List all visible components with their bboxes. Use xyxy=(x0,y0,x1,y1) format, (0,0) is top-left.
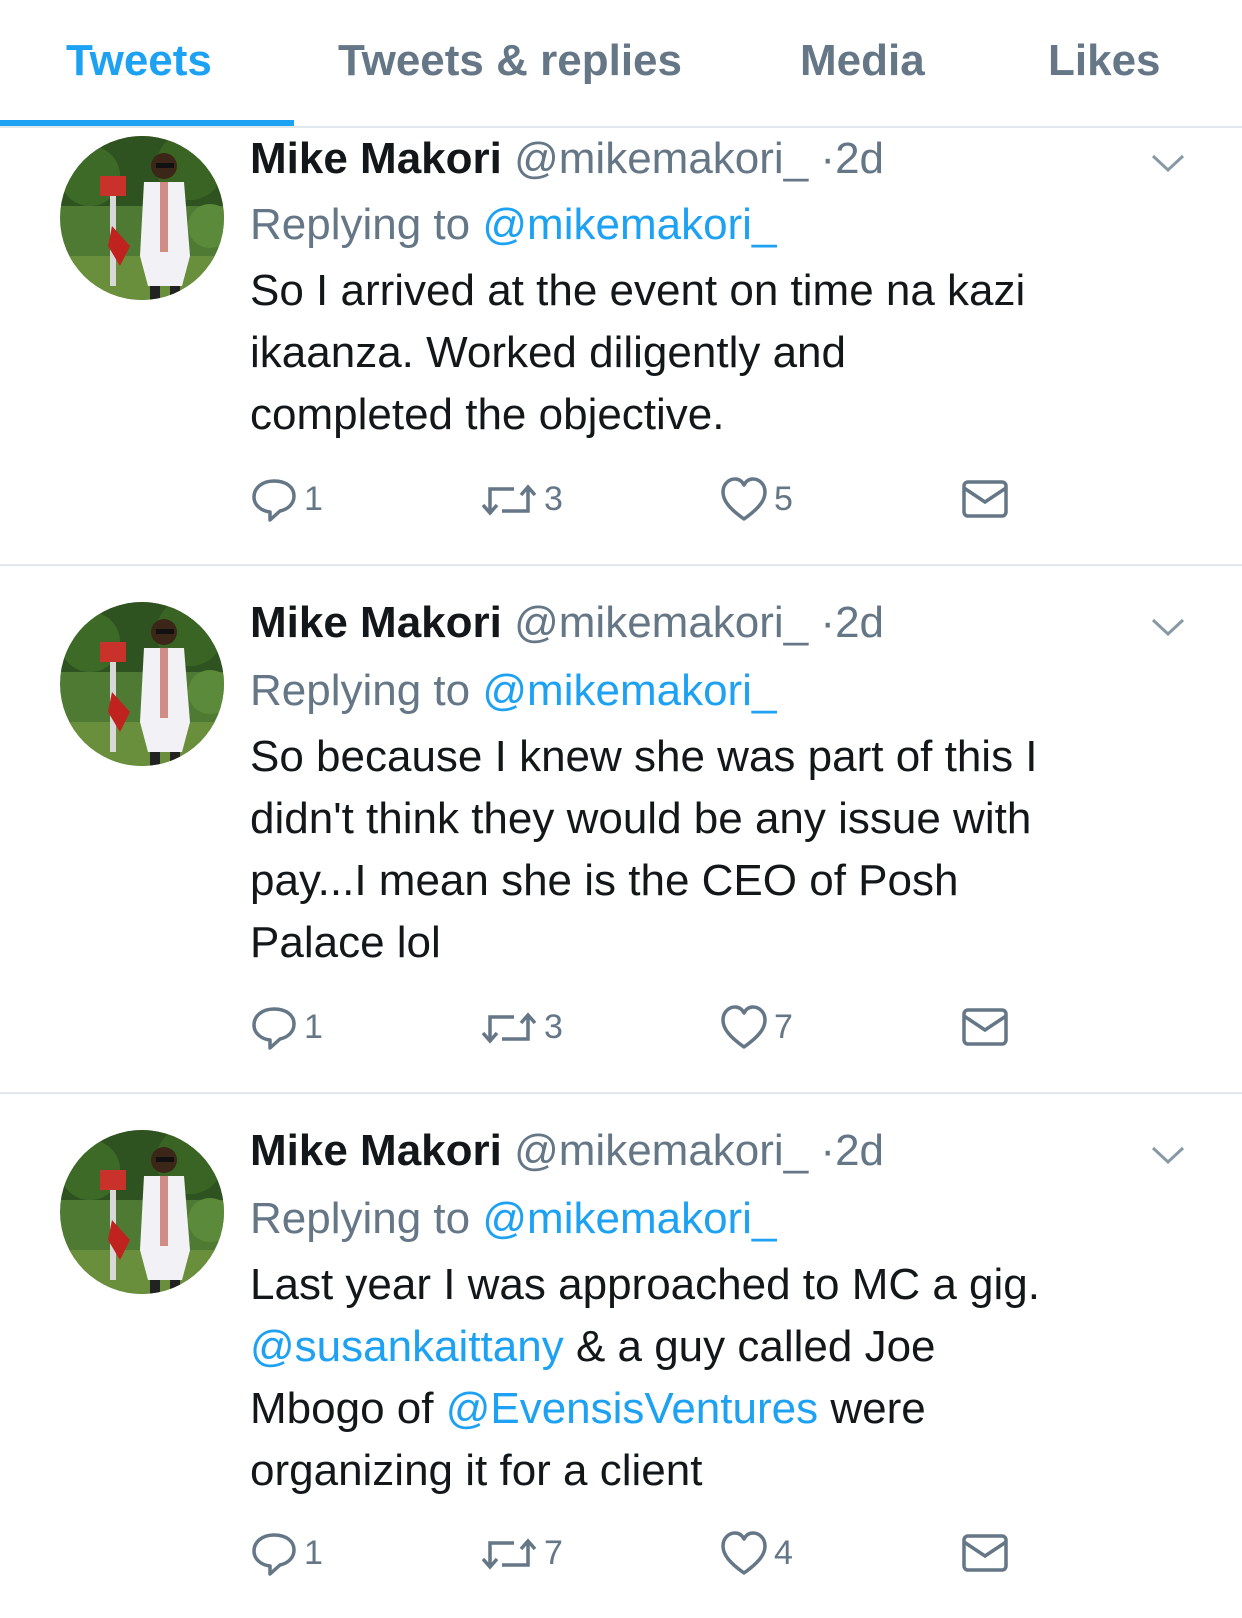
tweet-text-line: organizing it for a client xyxy=(250,1446,703,1495)
tweet-header: Mike Makori @mikemakori_ ·2d xyxy=(250,134,884,184)
tweet-actions: 1 3 7 xyxy=(250,1002,1050,1052)
tab-tweets-and-replies[interactable]: Tweets & replies xyxy=(338,36,682,86)
author-name[interactable]: Mike Makori xyxy=(250,1126,502,1175)
author-handle[interactable]: @mikemakori_ xyxy=(514,598,808,647)
heart-icon xyxy=(721,477,767,521)
tab-likes[interactable]: Likes xyxy=(1048,36,1161,86)
reply-button[interactable]: 1 xyxy=(250,1002,323,1052)
tweet-timestamp: 2d xyxy=(835,134,885,183)
retweet-icon xyxy=(481,485,537,515)
tweet-text-line: So I arrived at the event on time na kaz… xyxy=(250,266,1026,315)
heart-icon xyxy=(721,1005,767,1049)
envelope-icon xyxy=(962,480,1008,518)
reply-button[interactable]: 1 xyxy=(250,474,323,524)
like-count: 5 xyxy=(774,479,793,518)
dm-button[interactable] xyxy=(960,474,1010,524)
tweet-actions: 1 3 5 xyxy=(250,474,1050,524)
avatar-photo xyxy=(60,1130,224,1294)
profile-tabs: Tweets Tweets & replies Media Likes xyxy=(0,0,1242,128)
like-button[interactable]: 7 xyxy=(720,1002,793,1052)
heart-icon xyxy=(721,1531,767,1575)
like-button[interactable]: 4 xyxy=(720,1528,793,1578)
replying-to-label: Replying to xyxy=(250,200,471,249)
tweet-text-line: Last year I was approached to MC a gig. xyxy=(250,1260,1040,1309)
author-handle[interactable]: @mikemakori_ xyxy=(514,1126,808,1175)
tweet-text: Last year I was approached to MC a gig. … xyxy=(250,1254,1190,1502)
tab-tweets[interactable]: Tweets xyxy=(66,36,212,86)
avatar-photo xyxy=(60,602,224,766)
like-count: 4 xyxy=(774,1533,793,1572)
chevron-down-icon[interactable] xyxy=(1150,1144,1186,1166)
separator-dot: · xyxy=(820,1126,836,1175)
tweet-timestamp: 2d xyxy=(835,598,885,647)
reply-count: 1 xyxy=(304,479,323,518)
avatar-photo xyxy=(60,136,224,300)
tweet-text-fragment: Mbogo of xyxy=(250,1384,446,1433)
retweet-icon xyxy=(481,1013,537,1043)
tweet-text: So because I knew she was part of this I… xyxy=(250,726,1190,974)
replying-to-label: Replying to xyxy=(250,666,471,715)
avatar[interactable] xyxy=(60,136,224,300)
tweet-text-fragment: & a guy called Joe xyxy=(563,1322,936,1371)
retweet-button[interactable]: 7 xyxy=(480,1528,563,1578)
retweet-button[interactable]: 3 xyxy=(480,474,563,524)
avatar[interactable] xyxy=(60,602,224,766)
tweet-text-line: @susankaittany & a guy called Joe xyxy=(250,1316,1190,1378)
tweet-text-line: So because I knew she was part of this I xyxy=(250,732,1038,781)
tweet-header: Mike Makori @mikemakori_ ·2d xyxy=(250,1126,884,1176)
reply-icon xyxy=(252,1533,296,1576)
tweet-text: So I arrived at the event on time na kaz… xyxy=(250,260,1190,446)
dm-button[interactable] xyxy=(960,1002,1010,1052)
retweet-count: 3 xyxy=(544,479,563,518)
author-name[interactable]: Mike Makori xyxy=(250,134,502,183)
reply-count: 1 xyxy=(304,1533,323,1572)
replying-to: Replying to @mikemakori_ xyxy=(250,200,776,250)
replying-to-mention[interactable]: @mikemakori_ xyxy=(482,200,776,249)
avatar[interactable] xyxy=(60,1130,224,1294)
replying-to-mention[interactable]: @mikemakori_ xyxy=(482,666,776,715)
mention-link[interactable]: @EvensisVentures xyxy=(446,1384,818,1433)
reply-count: 1 xyxy=(304,1007,323,1046)
envelope-icon xyxy=(962,1008,1008,1046)
envelope-icon xyxy=(962,1534,1008,1572)
tweet-1[interactable]: Mike Makori @mikemakori_ ·2d Replying to… xyxy=(0,128,1242,566)
like-count: 7 xyxy=(774,1007,793,1046)
reply-icon xyxy=(252,479,296,522)
author-name[interactable]: Mike Makori xyxy=(250,598,502,647)
tweet-actions: 1 7 4 xyxy=(250,1528,1050,1578)
tweet-text-line: Mbogo of @EvensisVentures were xyxy=(250,1378,1190,1440)
chevron-down-icon[interactable] xyxy=(1150,616,1186,638)
tweet-timestamp: 2d xyxy=(835,1126,885,1175)
tweet-text-line: ikaanza. Worked diligently and xyxy=(250,328,846,377)
tweet-text-line: completed the objective. xyxy=(250,390,725,439)
tab-media[interactable]: Media xyxy=(800,36,925,86)
retweet-button[interactable]: 3 xyxy=(480,1002,563,1052)
tweet-text-line: pay...I mean she is the CEO of Posh xyxy=(250,856,959,905)
separator-dot: · xyxy=(820,134,836,183)
replying-to-label: Replying to xyxy=(250,1194,471,1243)
tweet-text-fragment: were xyxy=(818,1384,926,1433)
author-handle[interactable]: @mikemakori_ xyxy=(514,134,808,183)
mention-link[interactable]: @susankaittany xyxy=(250,1322,564,1371)
replying-to: Replying to @mikemakori_ xyxy=(250,1194,776,1244)
like-button[interactable]: 5 xyxy=(720,474,793,524)
dm-button[interactable] xyxy=(960,1528,1010,1578)
tweet-3[interactable]: Mike Makori @mikemakori_ ·2d Replying to… xyxy=(0,1094,1242,1618)
replying-to: Replying to @mikemakori_ xyxy=(250,666,776,716)
retweet-count: 7 xyxy=(544,1533,563,1572)
tweet-text-line: didn't think they would be any issue wit… xyxy=(250,794,1032,843)
tweet-text-line: Palace lol xyxy=(250,918,441,967)
replying-to-mention[interactable]: @mikemakori_ xyxy=(482,1194,776,1243)
separator-dot: · xyxy=(820,598,836,647)
retweet-count: 3 xyxy=(544,1007,563,1046)
retweet-icon xyxy=(481,1539,537,1569)
tweet-2[interactable]: Mike Makori @mikemakori_ ·2d Replying to… xyxy=(0,566,1242,1094)
chevron-down-icon[interactable] xyxy=(1150,152,1186,174)
active-tab-indicator xyxy=(0,120,294,126)
tweet-header: Mike Makori @mikemakori_ ·2d xyxy=(250,598,884,648)
reply-button[interactable]: 1 xyxy=(250,1528,323,1578)
reply-icon xyxy=(252,1007,296,1050)
